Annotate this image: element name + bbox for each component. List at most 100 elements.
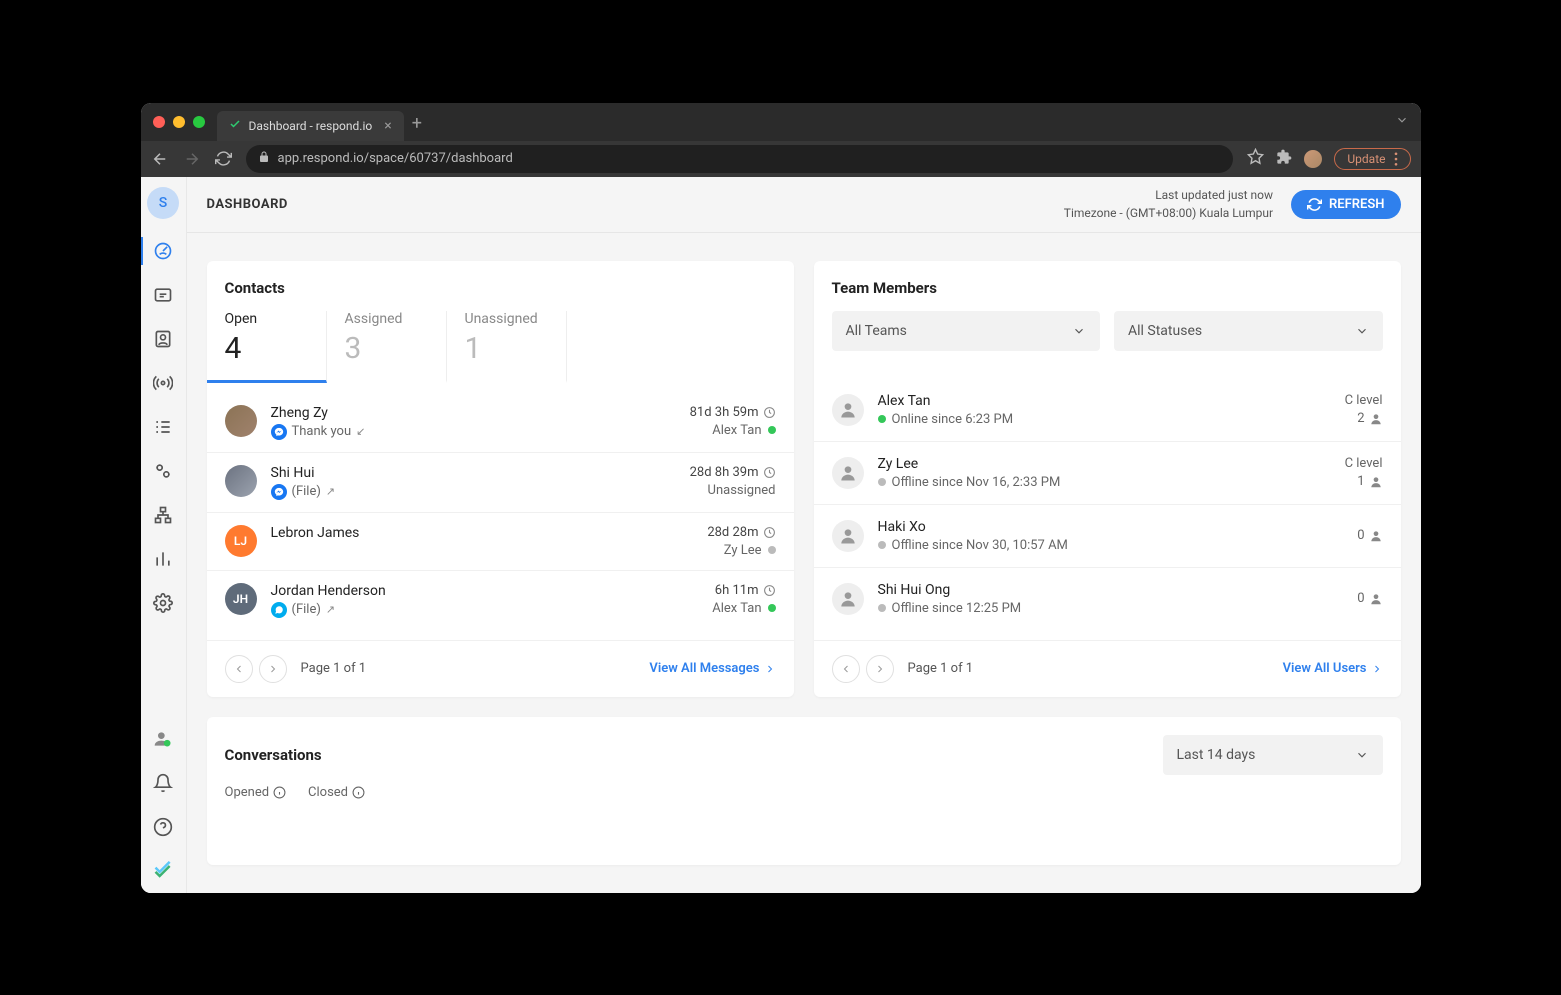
messenger-icon [271,484,287,500]
pager-next-button[interactable] [259,655,287,683]
sidebar-item-settings[interactable] [141,449,187,493]
contact-row[interactable]: Zheng Zy Thank you↙ 81d 3h 59m Alex Tan [207,393,794,452]
chevron-down-icon[interactable] [1395,112,1409,131]
tab-title: Dashboard - respond.io [249,119,373,133]
browser-addressbar: app.respond.io/space/60737/dashboard Upd… [141,141,1421,177]
chevron-right-icon [764,663,776,675]
sidebar-item-messages[interactable] [141,273,187,317]
nav-back-button[interactable] [151,150,169,168]
status-dot [878,478,886,486]
logo-icon [153,861,173,881]
page-indicator: Page 1 of 1 [301,661,367,676]
browser-tab[interactable]: Dashboard - respond.io × [217,111,404,141]
sidebar-item-broadcast[interactable] [141,361,187,405]
sidebar-item-workflows[interactable] [141,405,187,449]
contact-name: Shi Hui [271,465,690,481]
sidebar-item-organization[interactable] [141,493,187,537]
conv-tab-opened[interactable]: Opened [225,785,287,800]
pager-prev-button[interactable] [832,655,860,683]
member-status: Offline since 12:25 PM [878,601,1358,616]
refresh-button[interactable]: REFRESH [1291,190,1400,219]
member-assigned-count: 0 [1357,591,1382,606]
update-label: Update [1347,152,1385,166]
contact-name: Lebron James [271,525,708,541]
member-assigned-count: 2 [1357,411,1382,426]
tab-close-icon[interactable]: × [384,118,391,134]
window-maximize-button[interactable] [193,116,205,128]
contact-row[interactable]: JH Jordan Henderson (File)↗ 6h 11m Alex … [207,570,794,630]
contact-last-message: (File)↗ [271,602,713,618]
conv-tab-closed[interactable]: Closed [308,785,365,800]
filter-statuses-select[interactable]: All Statuses [1114,311,1383,351]
member-row[interactable]: Shi Hui Ong Offline since 12:25 PM 0 [814,567,1401,630]
filter-teams-select[interactable]: All Teams [832,311,1101,351]
nav-forward-button[interactable] [183,150,201,168]
person-icon [1369,412,1383,426]
view-all-label: View All Messages [649,661,759,676]
window-minimize-button[interactable] [173,116,185,128]
member-avatar [832,457,864,489]
contact-row[interactable]: LJ Lebron James 28d 28m Zy Lee [207,512,794,570]
bookmark-star-icon[interactable] [1247,148,1264,169]
sidebar-item-agent-status[interactable] [141,717,187,761]
tab-unassigned[interactable]: Unassigned 1 [447,311,567,383]
chart-icon [153,549,173,569]
contact-row[interactable]: Shi Hui (File)↗ 28d 8h 39m Unassigned [207,452,794,512]
member-row[interactable]: Alex Tan Online since 6:23 PM C level 2 [814,379,1401,441]
new-tab-button[interactable]: + [412,113,422,134]
tab-assigned[interactable]: Assigned 3 [327,311,447,383]
sidebar-item-logo[interactable] [141,849,187,893]
browser-update-button[interactable]: Update [1334,148,1410,170]
member-row[interactable]: Haki Xo Offline since Nov 30, 10:57 AM 0 [814,504,1401,567]
sidebar-item-dashboard[interactable] [141,229,187,273]
window-close-button[interactable] [153,116,165,128]
member-status: Online since 6:23 PM [878,412,1345,427]
conversations-card: Conversations Last 14 days Opened Closed [207,717,1401,865]
member-name: Zy Lee [878,456,1345,472]
contact-elapsed-time: 28d 28m [707,525,775,540]
refresh-icon [1307,197,1322,212]
view-all-users-link[interactable]: View All Users [1283,661,1383,676]
profile-avatar-icon[interactable] [1304,150,1322,168]
tab-open[interactable]: Open 4 [207,311,327,383]
conversations-title: Conversations [225,746,322,764]
header-meta: Last updated just now Timezone - (GMT+08… [1064,186,1273,222]
extensions-icon[interactable] [1276,149,1292,169]
member-name: Alex Tan [878,393,1345,409]
person-icon [1369,475,1383,489]
view-all-label: View All Users [1283,661,1367,676]
contact-icon [153,329,173,349]
date-range-select[interactable]: Last 14 days [1163,735,1383,775]
contact-assignee: Alex Tan [712,601,775,616]
nav-reload-button[interactable] [215,150,232,167]
member-row[interactable]: Zy Lee Offline since Nov 16, 2:33 PM C l… [814,441,1401,504]
view-all-messages-link[interactable]: View All Messages [649,661,775,676]
sidebar-item-reports[interactable] [141,537,187,581]
clock-icon [763,526,776,539]
addressbar-actions: Update [1247,148,1410,170]
contacts-card-title: Contacts [207,261,794,311]
workspace-badge[interactable]: S [147,187,179,219]
pager-next-button[interactable] [866,655,894,683]
url-text: app.respond.io/space/60737/dashboard [278,151,513,166]
url-field[interactable]: app.respond.io/space/60737/dashboard [246,145,1234,173]
contact-assignee: Alex Tan [690,423,776,438]
traffic-lights [153,116,205,128]
member-status: Offline since Nov 16, 2:33 PM [878,475,1345,490]
contact-elapsed-time: 6h 11m [712,583,775,598]
person-icon [838,463,858,483]
lock-icon [258,151,270,167]
contacts-footer: Page 1 of 1 View All Messages [207,640,794,697]
sidebar-item-help[interactable] [141,805,187,849]
member-status: Offline since Nov 30, 10:57 AM [878,538,1358,553]
sidebar-item-general-settings[interactable] [141,581,187,625]
sidebar-item-contacts[interactable] [141,317,187,361]
sidebar-item-notifications[interactable] [141,761,187,805]
agent-icon [153,729,173,749]
gears-icon [153,461,173,481]
tab-count: 4 [225,331,308,366]
member-level: C level [1345,456,1383,471]
pager-prev-button[interactable] [225,655,253,683]
members-card-title: Team Members [814,261,1401,311]
chevron-right-icon [1371,663,1383,675]
